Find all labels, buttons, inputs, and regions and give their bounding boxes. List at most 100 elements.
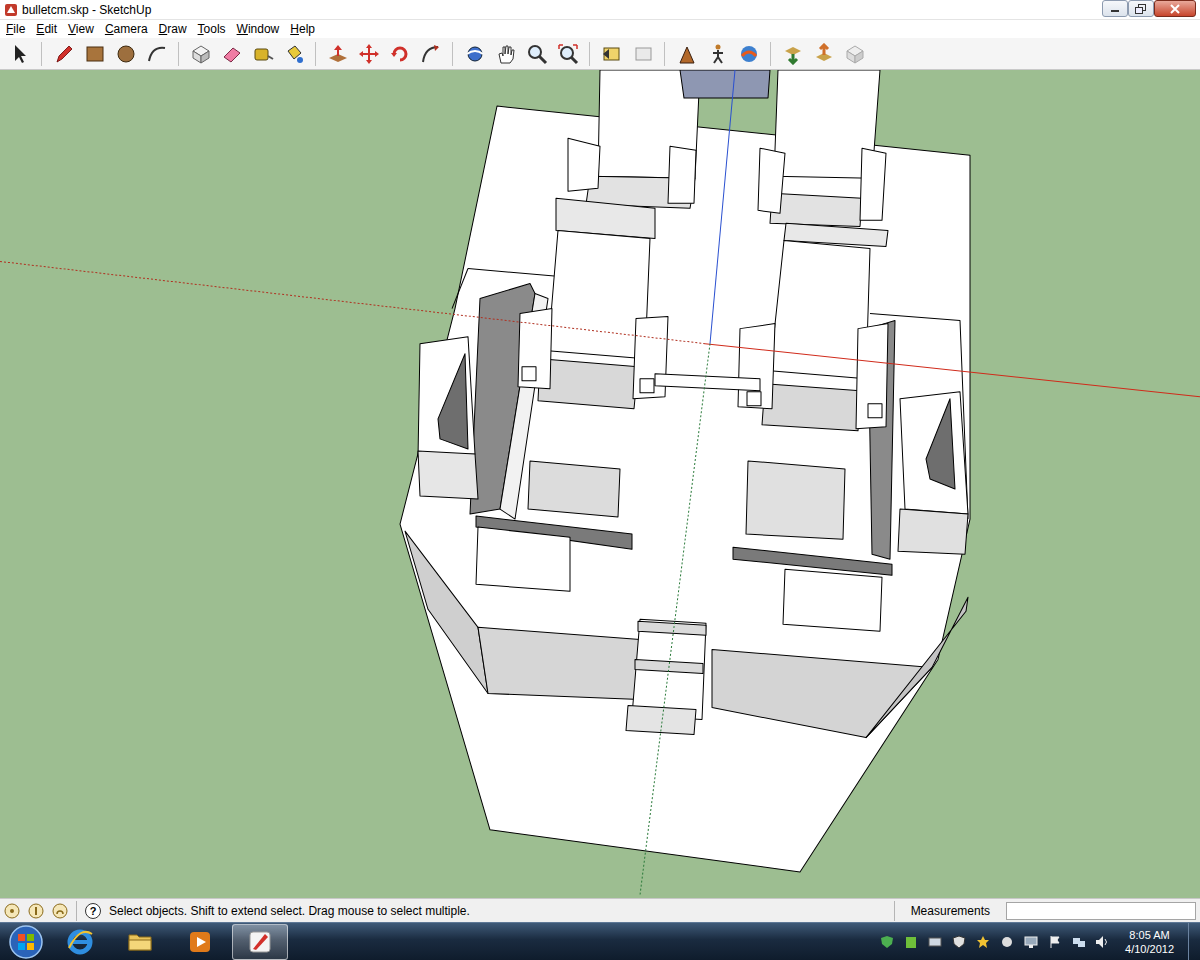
maximize-button[interactable] [1128,0,1154,17]
look-around-icon [738,43,760,65]
tray-icon[interactable] [903,934,919,950]
look-around-tool[interactable] [735,40,762,67]
previous-view-tool[interactable] [598,40,625,67]
follow-me-tool[interactable] [417,40,444,67]
paint-bucket-tool[interactable] [280,40,307,67]
previous-view-icon [601,43,623,65]
minimize-icon [1110,5,1120,13]
credits-icon [28,903,44,919]
tray-icon[interactable] [1023,934,1039,950]
measurements-input[interactable] [1006,902,1196,920]
arrow-icon [9,43,31,65]
get-models-tool[interactable] [779,40,806,67]
menu-item[interactable]: Help [284,20,320,38]
media-player-icon [186,928,214,956]
orbit-tool[interactable] [461,40,488,67]
taskbar-button[interactable] [112,924,168,960]
rotate-icon [389,43,411,65]
clock-date: 4/10/2012 [1125,942,1174,956]
notification-area: 8:05 AM 4/10/2012 [871,928,1188,956]
menu-item[interactable]: File [0,20,30,38]
menu-item[interactable]: Tools [192,20,231,38]
clock[interactable]: 8:05 AM 4/10/2012 [1119,928,1180,956]
camera-position-icon [676,43,698,65]
move-icon [358,43,380,65]
start-button[interactable] [0,923,52,960]
rotate-tool[interactable] [386,40,413,67]
push-pull-tool[interactable] [324,40,351,67]
speaker-icon [1095,935,1111,949]
device-icon [1000,935,1014,949]
circle-tool[interactable] [112,40,139,67]
model-view[interactable] [0,70,1200,898]
minimize-button[interactable] [1102,0,1128,17]
title-bar: bulletcm.skp - SketchUp [0,0,1200,20]
show-desktop-button[interactable] [1188,923,1200,960]
geo-location-icon [4,903,20,919]
taskbar-button[interactable] [232,924,288,960]
menu-item[interactable]: Camera [99,20,153,38]
move-tool[interactable] [355,40,382,67]
eraser-tool[interactable] [218,40,245,67]
tape-measure-tool[interactable] [249,40,276,67]
follow-me-icon [420,43,442,65]
component-icon [190,43,212,65]
menu-item[interactable]: Draw [153,20,192,38]
share-component-tool[interactable] [841,40,868,67]
zoom-tool[interactable] [523,40,550,67]
circle-icon [115,43,137,65]
make-component-tool[interactable] [187,40,214,67]
drawing-area[interactable] [0,70,1200,898]
flag-icon [1048,935,1062,949]
folder-icon [126,928,154,956]
zoom-extents-tool[interactable] [554,40,581,67]
tray-icon[interactable] [951,934,967,950]
arc-icon [146,43,168,65]
status-bar: ? Select objects. Shift to extend select… [0,898,1200,922]
walk-tool[interactable] [704,40,731,67]
rectangle-icon [84,43,106,65]
taskbar: 8:05 AM 4/10/2012 [0,922,1200,960]
status-hint: Select objects. Shift to extend select. … [109,902,886,920]
position-camera-tool[interactable] [673,40,700,67]
taskbar-button[interactable] [172,924,228,960]
menu-item[interactable]: Edit [30,20,62,38]
arc-tool[interactable] [143,40,170,67]
network-drive-icon [928,935,942,949]
help-icon[interactable]: ? [85,903,101,919]
tray-icon[interactable] [879,934,895,950]
share-model-icon [813,43,835,65]
update-icon [904,935,918,949]
menu-item[interactable]: View [62,20,99,38]
share-model-tool[interactable] [810,40,837,67]
tray-icon[interactable] [1047,934,1063,950]
push-pull-icon [327,43,349,65]
menu-item[interactable]: Window [231,20,285,38]
close-icon [1170,4,1180,14]
pencil-icon [53,43,75,65]
pan-tool[interactable] [492,40,519,67]
user-icon [52,903,68,919]
next-view-tool[interactable] [629,40,656,67]
tape-measure-icon [252,43,274,65]
line-tool[interactable] [50,40,77,67]
taskbar-button[interactable] [52,924,108,960]
tray-icon[interactable] [975,934,991,950]
magnifier-icon [526,43,548,65]
select-tool[interactable] [6,40,33,67]
windows-logo-icon [8,924,44,960]
share-component-icon [844,43,866,65]
tray-icon[interactable] [999,934,1015,950]
sketchup-app-icon [246,928,274,956]
taskbar-apps [52,924,288,960]
close-button[interactable] [1154,0,1196,17]
toolbar [0,38,1200,70]
window-title: bulletcm.skp - SketchUp [22,1,1098,19]
get-models-icon [782,43,804,65]
clock-time: 8:05 AM [1125,928,1174,942]
tray-icon[interactable] [927,934,943,950]
volume-button[interactable] [1095,934,1111,950]
rectangle-tool[interactable] [81,40,108,67]
sketchup-logo-icon [4,3,18,17]
tray-icon[interactable] [1071,934,1087,950]
